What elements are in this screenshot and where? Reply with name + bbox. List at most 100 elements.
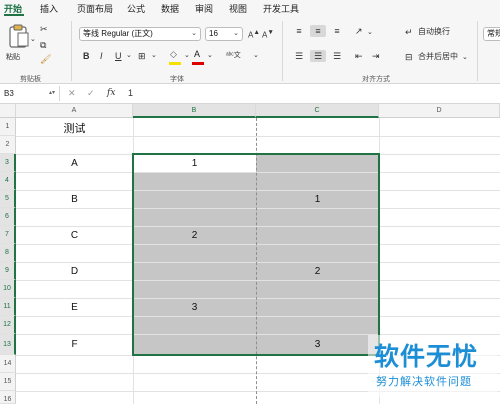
decrease-font-icon[interactable]: A▼: [262, 27, 274, 42]
borders-dropdown-chevron-icon[interactable]: ⌄: [151, 50, 157, 62]
row-header-8[interactable]: 8: [0, 244, 16, 262]
orientation-dropdown-chevron-icon[interactable]: ⌄: [367, 27, 373, 39]
wrap-text-icon[interactable]: ↵: [405, 26, 413, 38]
row-header-5[interactable]: 5: [0, 190, 16, 208]
phonetic-icon[interactable]: ᵃᵇᶜ文: [226, 50, 241, 62]
cell-a5[interactable]: B: [16, 194, 133, 205]
row-header-13[interactable]: 13: [0, 334, 16, 355]
watermark-subtitle: 努力解决软件问题: [376, 376, 472, 388]
align-center-icon[interactable]: ☰: [310, 50, 326, 62]
tab-review[interactable]: 审阅: [195, 2, 213, 15]
fill-color-dropdown-chevron-icon[interactable]: ⌄: [184, 50, 190, 62]
column-header-a[interactable]: A: [16, 104, 133, 118]
column-header-b[interactable]: B: [133, 104, 256, 118]
format-painter-icon[interactable]: 🖌: [40, 53, 51, 65]
cell-a1[interactable]: 测试: [16, 120, 133, 136]
merge-center-button[interactable]: 合并后居中: [418, 51, 458, 63]
number-format-select[interactable]: 常规: [483, 27, 500, 41]
cell-a13[interactable]: F: [16, 339, 133, 350]
cell-a11[interactable]: E: [16, 302, 133, 313]
row-header-2[interactable]: 2: [0, 136, 16, 154]
row-header-12[interactable]: 12: [0, 316, 16, 334]
font-group-label: 字体: [170, 76, 184, 83]
cell-a7[interactable]: C: [16, 230, 133, 241]
row-header-14[interactable]: 14: [0, 355, 16, 373]
row-header-11[interactable]: 11: [0, 298, 16, 316]
gridline: [16, 136, 500, 137]
phonetic-dropdown-chevron-icon[interactable]: ⌄: [253, 50, 259, 62]
tab-formulas[interactable]: 公式: [127, 2, 145, 15]
enter-icon[interactable]: ✓: [87, 87, 95, 99]
underline-dropdown-chevron-icon[interactable]: ⌄: [126, 50, 132, 62]
merge-dropdown-chevron-icon[interactable]: ⌄: [462, 52, 468, 64]
watermark: 软件无忧 努力解决软件问题: [368, 335, 498, 397]
merge-center-icon[interactable]: ⊟: [405, 51, 413, 63]
selection-border: [132, 153, 380, 356]
wrap-text-button[interactable]: 自动换行: [418, 26, 450, 38]
orientation-icon[interactable]: ↗: [355, 25, 363, 37]
clipboard-group-label: 剪贴板: [20, 76, 41, 83]
font-name-select[interactable]: 等线 Regular (正文) ⌄: [79, 27, 201, 41]
watermark-title: 软件无忧: [374, 342, 479, 371]
cell-a3[interactable]: A: [16, 158, 133, 169]
ribbon-tab-bar: 开始 插入 页面布局 公式 数据 审阅 视图 开发工具: [0, 0, 500, 17]
name-box[interactable]: B3 ▴▾: [0, 86, 60, 101]
row-header-15[interactable]: 15: [0, 373, 16, 391]
row-header-16[interactable]: 16: [0, 391, 16, 404]
font-color-swatch: [192, 62, 204, 65]
font-color-icon[interactable]: A: [194, 48, 200, 60]
cancel-icon[interactable]: ✕: [68, 87, 76, 99]
align-right-icon[interactable]: ☰: [329, 50, 345, 62]
copy-icon[interactable]: ⧉: [40, 39, 46, 51]
row-header-1[interactable]: 1: [0, 118, 16, 136]
cut-icon[interactable]: ✂: [40, 23, 48, 35]
underline-button[interactable]: U: [115, 50, 122, 62]
font-size-select[interactable]: 16 ⌄: [205, 27, 243, 41]
paste-dropdown-chevron-icon[interactable]: ⌄: [30, 34, 36, 46]
tab-page-layout[interactable]: 页面布局: [77, 2, 113, 15]
cell-c9[interactable]: 2: [256, 266, 379, 277]
increase-font-icon[interactable]: A▲: [248, 27, 260, 42]
cell-b7[interactable]: 2: [133, 230, 256, 241]
formula-input[interactable]: 1: [128, 87, 133, 99]
align-left-icon[interactable]: ☰: [291, 50, 307, 62]
tab-insert[interactable]: 插入: [40, 2, 58, 15]
ribbon: 粘贴 ⌄ ✂ ⧉ 🖌 剪贴板 等线 Regular (正文) ⌄ 16 ⌄ A▲ A…: [0, 17, 500, 84]
row-header-4[interactable]: 4: [0, 172, 16, 190]
row-header-3[interactable]: 3: [0, 154, 16, 172]
divider: [71, 21, 72, 81]
borders-icon[interactable]: ⊞: [138, 50, 146, 62]
cell-c13[interactable]: 3: [256, 339, 379, 350]
name-box-stepper-icon: ▴▾: [48, 90, 55, 96]
cell-b11[interactable]: 3: [133, 302, 256, 313]
align-middle-icon[interactable]: ≡: [310, 25, 326, 37]
column-header-d[interactable]: D: [379, 104, 500, 118]
row-header-9[interactable]: 9: [0, 262, 16, 280]
select-all-corner[interactable]: [0, 104, 16, 118]
fill-color-icon[interactable]: ◇: [170, 48, 177, 60]
cell-a9[interactable]: D: [16, 266, 133, 277]
bold-button[interactable]: B: [83, 50, 90, 62]
divider: [477, 21, 478, 81]
fill-color-swatch: [169, 62, 181, 65]
active-tab-indicator: [4, 14, 24, 16]
row-header-7[interactable]: 7: [0, 226, 16, 244]
tab-developer[interactable]: 开发工具: [263, 2, 299, 15]
paste-label[interactable]: 粘贴: [6, 52, 20, 64]
italic-button[interactable]: I: [100, 50, 103, 62]
row-header-6[interactable]: 6: [0, 208, 16, 226]
increase-indent-icon[interactable]: ⇥: [372, 50, 380, 62]
paste-icon[interactable]: [8, 23, 30, 49]
cell-b3[interactable]: 1: [133, 158, 256, 169]
decrease-indent-icon[interactable]: ⇤: [355, 50, 363, 62]
insert-function-button[interactable]: fx: [107, 87, 115, 99]
row-header-10[interactable]: 10: [0, 280, 16, 298]
tab-view[interactable]: 视图: [229, 2, 247, 15]
tab-data[interactable]: 数据: [161, 2, 179, 15]
cell-c5[interactable]: 1: [256, 194, 379, 205]
column-header-c[interactable]: C: [256, 104, 379, 118]
align-bottom-icon[interactable]: ≡: [329, 25, 345, 37]
font-color-dropdown-chevron-icon[interactable]: ⌄: [207, 50, 213, 62]
alignment-group-label: 对齐方式: [362, 76, 390, 83]
align-top-icon[interactable]: ≡: [291, 25, 307, 37]
